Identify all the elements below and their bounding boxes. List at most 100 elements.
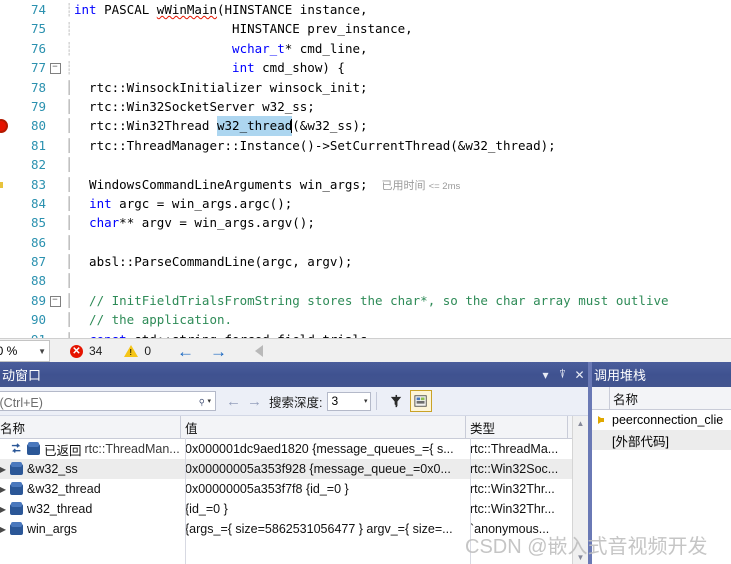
indent-guide: │ (65, 137, 73, 153)
pane-dropdown-icon[interactable]: ▾ (537, 368, 554, 382)
column-separator[interactable] (470, 438, 471, 564)
column-header-callstack-name[interactable]: 名称 (610, 389, 638, 408)
cell-value[interactable]: {id_=0 } (181, 499, 466, 519)
indent-guide: │ (65, 312, 73, 328)
column-separator[interactable] (185, 438, 186, 564)
cell-type: rtc::Win32Thr... (470, 482, 555, 496)
scroll-down-icon[interactable]: ▼ (573, 550, 588, 564)
cell-value[interactable]: {args_={ size=5862531056477 } argv_={ si… (181, 519, 466, 539)
autos-pane-titlebar: 动窗口 ▾ ⍒ ✕ (0, 362, 588, 387)
cell-value[interactable]: 0x00000005a353f928 {message_queue_=0x0..… (181, 459, 466, 479)
code-line[interactable]: 91 │ const std::string forced_field_trial… (0, 330, 731, 338)
code-comment: // the application. (74, 312, 233, 328)
code-editor[interactable]: 74 ┊int PASCAL wWinMain(HINSTANCE instanc… (0, 0, 731, 338)
callstack-row[interactable]: peerconnection_clie (592, 410, 731, 430)
warning-count[interactable]: 0 (144, 344, 151, 358)
callstack-rows-container[interactable]: peerconnection_clie [外部代码] (592, 410, 731, 450)
line-number: 84 (30, 195, 46, 211)
elapsed-time-value: <= 2ms (428, 180, 461, 192)
table-row[interactable]: 已返回 rtc::ThreadMan... 0x000001dc9aed1820 {… (0, 439, 588, 459)
table-row[interactable]: ▶ win_args {args_={ size=5862531056477 } a… (0, 519, 588, 539)
autos-pane-title: 动窗口 (2, 368, 42, 383)
scroll-up-icon[interactable]: ▲ (573, 416, 588, 431)
callstack-row[interactable]: [外部代码] (592, 430, 731, 450)
code-text: absl::ParseCommandLine(argc, argv); (74, 254, 353, 270)
pane-close-icon[interactable]: ✕ (571, 368, 588, 382)
code-line[interactable]: 89− │ // InitFieldTrialsFromString stores… (0, 291, 731, 310)
column-header-type[interactable]: 类型 (466, 416, 568, 438)
code-text: rtc::Win32Thread (74, 118, 217, 134)
line-number: 91 (0, 330, 46, 338)
code-line[interactable]: 87 │ absl::ParseCommandLine(argc, argv); (0, 252, 731, 271)
indent-guide: │ (65, 98, 73, 114)
hexadecimal-display-icon[interactable] (410, 390, 433, 412)
code-line[interactable]: 85 │ char** argv = win_args.argv(); (0, 213, 731, 232)
table-row[interactable]: ▶ &w32_ss 0x00000005a353f928 {message_queu… (0, 459, 588, 479)
expand-chevron-right-icon[interactable]: ▶ (0, 505, 10, 514)
callstack-grid[interactable]: 名称 peerconnection_clie [外部代码] (592, 387, 731, 564)
line-number: 79 (30, 98, 46, 114)
editor-status-bar: 00 % ▼ ✕ 34 0 ← → (0, 338, 731, 363)
column-header-value[interactable]: 值 (181, 416, 466, 438)
indent-guide: │ (65, 157, 73, 173)
table-row[interactable]: ▶ &w32_thread 0x00000005a353f7f8 {id_=0 } r… (0, 479, 588, 499)
filter-icon[interactable] (386, 391, 406, 411)
cell-value[interactable]: 0x00000005a353f7f8 {id_=0 } (181, 479, 466, 499)
code-line[interactable]: 81 │ rtc::ThreadManager::Instance()->SetC… (0, 136, 731, 155)
cell-name[interactable]: ▶ win_args (0, 519, 181, 539)
indent-guide: │ (65, 79, 73, 95)
collapse-panel-icon[interactable] (255, 345, 264, 357)
indent-guide: ┊ (65, 60, 73, 76)
autos-vertical-scrollbar[interactable]: ▲ ▼ (572, 416, 588, 564)
code-line[interactable]: 75 ┊ HINSTANCE prev_instance, (0, 19, 731, 38)
search-depth-select[interactable]: 3 ▾ (327, 391, 372, 411)
cell-value[interactable]: 0x000001dc9aed1820 {message_queues_={ s.… (181, 439, 466, 459)
autos-grid[interactable]: 名称 值 类型 已返回 rtc::ThreadMan... 0x000001dc9a… (0, 416, 588, 564)
search-next-icon[interactable]: → (247, 394, 262, 409)
indent-guide: │ (65, 234, 73, 250)
search-prev-icon[interactable]: ← (226, 394, 241, 409)
code-line[interactable]: 82 │ (0, 155, 731, 174)
search-depth-chevron-down-icon: ▾ (363, 398, 368, 405)
zoom-level-combobox[interactable]: 00 % ▼ (0, 340, 50, 362)
code-line[interactable]: 90 │ // the application. (0, 310, 731, 329)
fold-collapse-icon[interactable]: − (46, 291, 64, 310)
navigate-back-icon[interactable]: ← (177, 343, 194, 360)
autos-rows-container[interactable]: 已返回 rtc::ThreadMan... 0x000001dc9aed1820 {… (0, 439, 588, 539)
error-count[interactable]: 34 (89, 344, 102, 358)
code-line[interactable]: 86 │ (0, 233, 731, 252)
code-lines-container[interactable]: 74 ┊int PASCAL wWinMain(HINSTANCE instanc… (0, 0, 731, 338)
expand-chevron-right-icon[interactable]: ▶ (0, 525, 10, 534)
code-line[interactable]: 74 ┊int PASCAL wWinMain(HINSTANCE instanc… (0, 0, 731, 19)
cell-name[interactable]: ▶ w32_thread (0, 499, 181, 519)
code-line[interactable]: 88 │ (0, 271, 731, 290)
table-row[interactable]: ▶ w32_thread {id_=0 } rtc::Win32Thr... (0, 499, 588, 519)
search-input[interactable]: 索(Ctrl+E) ⌕ ▾ (0, 391, 216, 411)
line-number: 83 (30, 176, 46, 192)
callstack-pane: 调用堆栈 名称 peerconnection_clie [外部代码] (592, 362, 731, 564)
navigate-forward-icon[interactable]: → (210, 343, 227, 360)
code-line[interactable]: 80 │ rtc::Win32Thread w32_thread(&w32_ss)… (0, 116, 731, 136)
chevron-down-icon: ▼ (38, 346, 46, 356)
refresh-icon[interactable] (10, 443, 24, 455)
code-text: * cmd_line, (284, 40, 368, 56)
code-line[interactable]: 78 │ rtc::WinsockInitializer winsock_init… (0, 78, 731, 97)
code-line[interactable]: 77− ┊ int cmd_show) { (0, 58, 731, 77)
variable-name: w32_thread (27, 502, 93, 516)
cell-name[interactable]: 已返回 rtc::ThreadMan... (0, 439, 181, 459)
pane-pin-icon[interactable]: ⍒ (554, 367, 571, 382)
expand-chevron-right-icon[interactable]: ▶ (0, 465, 10, 474)
code-line[interactable]: 79 │ rtc::Win32SocketServer w32_ss; (0, 97, 731, 116)
code-line[interactable]: 76 ┊ wchar_t* cmd_line, (0, 39, 731, 58)
misspelled-identifier: wWinMain (156, 2, 218, 17)
expand-chevron-right-icon[interactable]: ▶ (0, 485, 10, 494)
code-line[interactable]: 83 │ WindowsCommandLineArguments win_args… (0, 175, 731, 194)
code-line[interactable]: 84 │ int argc = win_args.argc(); (0, 194, 731, 213)
cell-name[interactable]: ▶ &w32_ss (0, 459, 181, 479)
fold-collapse-icon[interactable]: − (46, 58, 64, 77)
column-header-name[interactable]: 名称 (0, 416, 181, 438)
cell-name[interactable]: ▶ &w32_thread (0, 479, 181, 499)
variable-icon (10, 521, 23, 535)
